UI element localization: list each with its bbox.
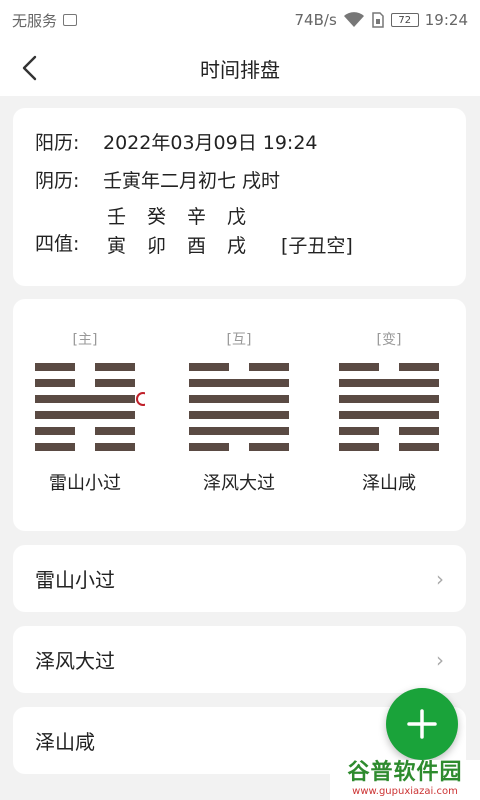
- hexagram-name: 泽风大过: [203, 473, 275, 494]
- yin-line: [95, 363, 135, 371]
- moving-line-marker: [136, 392, 145, 406]
- pillar-stem: 壬: [107, 206, 127, 228]
- plus-icon: [407, 709, 437, 739]
- yang-line: [189, 411, 289, 419]
- yin-line: [399, 443, 439, 451]
- wifi-icon: [343, 12, 364, 27]
- hexagram-name: 雷山小过: [49, 473, 121, 494]
- yang-line: [189, 427, 289, 435]
- pillar-spacer: [263, 202, 353, 229]
- hexagram-card: [主] 雷山小过 [互] 泽风大过 [变] 泽山咸: [13, 299, 466, 531]
- pillar-branch: 寅: [107, 235, 127, 257]
- yin-line: [339, 443, 379, 451]
- hexagram-lines: [189, 363, 289, 451]
- chevron-left-icon: [22, 55, 37, 81]
- pillar-branch: 酉: [187, 235, 207, 257]
- yin-line: [35, 427, 75, 435]
- clock: 19:24: [424, 11, 468, 29]
- yang-line: [35, 411, 135, 419]
- hexagram-mutual: [互] 泽风大过: [179, 329, 299, 495]
- pillars-label: 四值:: [35, 233, 80, 255]
- net-speed: 74B/s: [294, 11, 337, 29]
- yin-line: [95, 379, 135, 387]
- yang-line: [189, 379, 289, 387]
- lunar-row: 阴历: 壬寅年二月初七 戌时: [35, 166, 444, 204]
- yin-line: [399, 363, 439, 371]
- yang-line: [339, 379, 439, 387]
- pillar-stem: 辛: [187, 206, 207, 228]
- carrier-text: 无服务: [12, 11, 58, 30]
- hexagram-tag: [变]: [376, 332, 402, 348]
- yin-line: [249, 363, 289, 371]
- add-button[interactable]: [386, 688, 458, 760]
- sim-icon: [372, 12, 384, 28]
- lunar-value: 壬寅年二月初七 戌时: [103, 170, 281, 192]
- yang-line: [35, 395, 135, 403]
- yin-line: [95, 427, 135, 435]
- hexagram-tag: [主]: [72, 332, 98, 348]
- solar-label: 阳历:: [35, 132, 80, 154]
- yin-line: [35, 363, 75, 371]
- watermark-logo: 谷普软件园 www.gupuxiazai.com: [330, 760, 480, 800]
- yin-line: [35, 379, 75, 387]
- watermark-url: www.gupuxiazai.com: [352, 786, 458, 797]
- list-item-label: 泽山咸: [35, 730, 95, 754]
- yang-line: [189, 395, 289, 403]
- back-button[interactable]: [12, 50, 48, 86]
- yin-line: [249, 443, 289, 451]
- hexagram-changed: [变] 泽山咸: [329, 329, 449, 495]
- date-info-card: 阳历: 2022年03月09日 19:24 阴历: 壬寅年二月初七 戌时 四值:…: [13, 108, 466, 286]
- lunar-label: 阴历:: [35, 170, 80, 192]
- solar-value: 2022年03月09日 19:24: [103, 132, 318, 154]
- yang-line: [339, 395, 439, 403]
- app-header: 时间排盘: [0, 40, 480, 96]
- battery-icon: 72: [390, 13, 419, 27]
- hexagram-lines: [339, 363, 439, 451]
- yang-line: [339, 411, 439, 419]
- yin-line: [35, 443, 75, 451]
- pillar-branch: 戌: [227, 235, 247, 257]
- pillar-branch: 卯: [147, 235, 167, 257]
- yin-line: [189, 363, 229, 371]
- void-branches: [子丑空]: [281, 235, 353, 257]
- notification-icon: [63, 14, 78, 26]
- list-item-hexagram-mutual[interactable]: 泽风大过 ›: [13, 626, 466, 693]
- hexagram-tag: [互]: [226, 332, 252, 348]
- status-bar: 无服务 74B/s 72 19:24: [0, 0, 480, 40]
- chevron-right-icon: ›: [436, 566, 444, 591]
- pillar-stem: 癸: [147, 206, 167, 228]
- hexagram-lines: [35, 363, 145, 451]
- solar-row: 阳历: 2022年03月09日 19:24: [35, 128, 444, 166]
- list-item-label: 泽风大过: [35, 649, 115, 673]
- pillar-grid: 壬 癸 辛 戊 寅 卯 酉 戌 [子丑空]: [103, 202, 353, 258]
- four-pillars-row: 四值: 壬 癸 辛 戊 寅 卯 酉 戌 [子丑空]: [35, 202, 444, 258]
- yin-line: [339, 363, 379, 371]
- yin-line: [95, 443, 135, 451]
- chevron-right-icon: ›: [436, 647, 444, 672]
- watermark-main: 谷普软件园: [347, 760, 463, 785]
- yin-line: [339, 427, 379, 435]
- hexagram-main: [主] 雷山小过: [25, 329, 145, 495]
- yin-line: [399, 427, 439, 435]
- list-item-hexagram-main[interactable]: 雷山小过 ›: [13, 545, 466, 612]
- list-item-label: 雷山小过: [35, 568, 115, 592]
- pillar-stem: 戊: [227, 206, 247, 228]
- hexagram-name: 泽山咸: [362, 473, 416, 494]
- yin-line: [189, 443, 229, 451]
- page-title: 时间排盘: [200, 57, 280, 82]
